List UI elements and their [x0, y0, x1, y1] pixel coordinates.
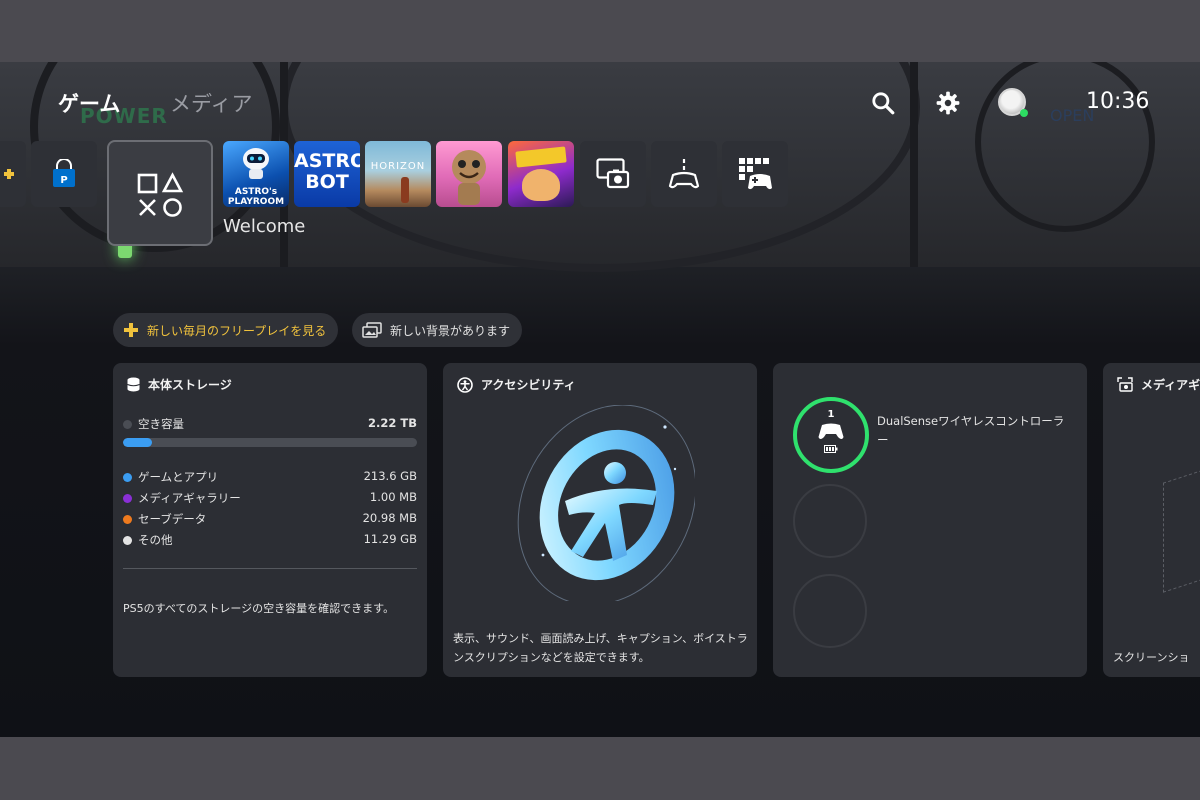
- letterbox-top: [0, 0, 1200, 62]
- tab-media[interactable]: メディア: [170, 88, 253, 118]
- plus-icon: [4, 169, 14, 179]
- controller-slot-number: 1: [827, 409, 835, 420]
- storage-description: PS5のすべてのストレージの空き容量を確認できます。: [123, 602, 395, 615]
- remote-play-tile[interactable]: [580, 141, 646, 207]
- ratchet-clank-tile[interactable]: [508, 141, 574, 207]
- accessibility-emblem-art: [517, 405, 695, 601]
- controller-wave-icon: [668, 159, 700, 189]
- free-space-label: 空き容量: [138, 417, 184, 431]
- controller-slot-1[interactable]: 1: [793, 397, 869, 473]
- online-status-dot: [1020, 109, 1028, 117]
- media-gallery-card[interactable]: メディアギャ スクリーンショ: [1103, 363, 1200, 677]
- playstation-store-tile[interactable]: P: [31, 141, 97, 207]
- sackboy-tile[interactable]: [436, 141, 502, 207]
- horizon-logo: HORIZON: [370, 161, 426, 172]
- controller-card[interactable]: 1 DualSenseワイヤレスコントローラー: [773, 363, 1087, 677]
- storage-progress-fill: [123, 438, 153, 447]
- screen-camera-icon: [596, 158, 630, 189]
- clock: 10:36: [1086, 89, 1150, 114]
- ps-store-icon: P: [53, 159, 75, 187]
- accessories-tile[interactable]: [651, 141, 717, 207]
- free-space-value: 2.22 TB: [368, 416, 417, 430]
- new-background-chip[interactable]: 新しい背景があります: [352, 313, 523, 347]
- battery-icon: [824, 445, 838, 453]
- storage-row-games: ゲームとアプリ 213.6 GB: [123, 469, 417, 487]
- storage-card[interactable]: 本体ストレージ 空き容量 2.22 TB ゲームとアプリ 213.6 GB メデ…: [113, 363, 427, 677]
- monthly-games-chip-label: 新しい毎月のフリープレイを見る: [147, 323, 327, 338]
- free-space-row: 空き容量 2.22 TB: [123, 416, 417, 434]
- media-gallery-description: スクリーンショ: [1113, 651, 1190, 664]
- partial-tile[interactable]: [0, 141, 26, 207]
- wallpaper-icon: [362, 322, 382, 338]
- monthly-games-chip[interactable]: 新しい毎月のフリープレイを見る: [113, 313, 339, 347]
- ps-symbols-icon: [137, 172, 184, 217]
- grid-controller-icon: [739, 158, 772, 190]
- game-base-tile[interactable]: [722, 141, 788, 207]
- storage-card-title: 本体ストレージ: [148, 378, 232, 392]
- media-placeholder: [1163, 463, 1200, 593]
- accessibility-icon: [457, 376, 473, 393]
- controller-icon: [818, 423, 844, 439]
- astro-bot-tile[interactable]: ASTRO BOT: [294, 141, 360, 207]
- sackboy-art: [452, 150, 486, 205]
- search-icon[interactable]: [870, 90, 896, 116]
- horizon-tile[interactable]: HORIZON: [365, 141, 431, 207]
- astros-playroom-tile[interactable]: ASTRO's PLAYROOM: [223, 141, 289, 207]
- accessibility-description: 表示、サウンド、画面読み上げ、キャプション、ボイストランスクリプションなどを設定…: [453, 632, 748, 664]
- gear-icon[interactable]: [935, 90, 961, 116]
- new-background-chip-label: 新しい背景があります: [390, 323, 511, 338]
- astros-playroom-logo: ASTRO's PLAYROOM: [227, 187, 285, 207]
- storage-row-save-data: セーブデータ 20.98 MB: [123, 511, 417, 529]
- storage-divider: [123, 568, 417, 569]
- ps5-home-screen: POWER OPEN ゲーム メディア 10:36 P ASTRO's PLAY…: [0, 62, 1200, 737]
- astro-bot-art: [243, 148, 269, 179]
- storage-row-media: メディアギャラリー 1.00 MB: [123, 490, 417, 508]
- media-gallery-icon: [1117, 377, 1133, 392]
- accessibility-card[interactable]: アクセシビリティ 表示、サウンド、画面読み上げ、キャプション、ボイストランスクリ…: [443, 363, 757, 677]
- controller-slot-2: [793, 484, 867, 558]
- storage-row-other: その他 11.29 GB: [123, 532, 417, 550]
- controller-name: DualSenseワイヤレスコントローラー: [877, 414, 1065, 447]
- controller-slot-3: [793, 574, 867, 648]
- astro-bot-logo: ASTRO BOT: [294, 150, 360, 193]
- database-icon: [127, 377, 140, 392]
- letterbox-bottom: [0, 737, 1200, 800]
- storage-progress-bar: [123, 438, 417, 447]
- tab-games[interactable]: ゲーム: [58, 88, 120, 118]
- ps-plus-icon: [124, 323, 138, 337]
- accessibility-card-title: アクセシビリティ: [481, 378, 576, 392]
- game-library-tile[interactable]: [107, 140, 213, 246]
- selected-tile-label: Welcome: [223, 216, 306, 237]
- svg-text:P: P: [60, 175, 67, 186]
- media-gallery-card-title: メディアギャ: [1141, 378, 1200, 392]
